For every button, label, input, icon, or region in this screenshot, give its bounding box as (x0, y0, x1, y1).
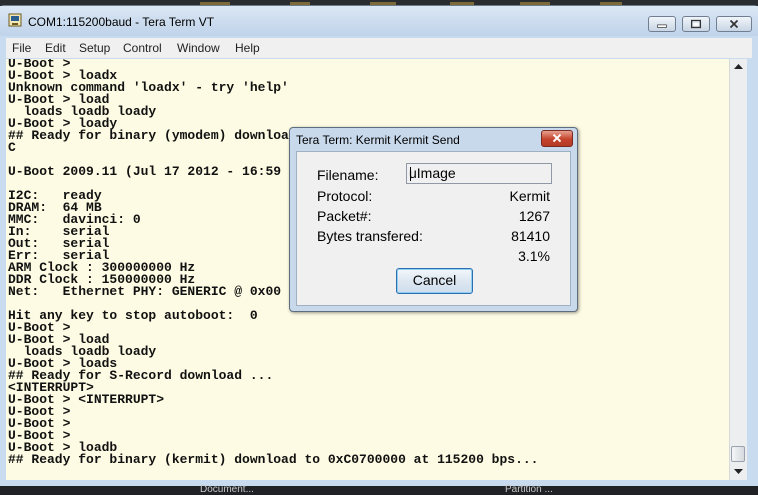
scroll-up-arrow-icon[interactable] (733, 61, 744, 73)
bytes-transferred-label: Bytes transfered: (317, 228, 423, 244)
close-button[interactable] (716, 16, 752, 32)
maximize-button[interactable] (682, 16, 710, 32)
teraterm-app-icon[interactable] (8, 13, 22, 27)
terminal-line: U-Boot > (8, 404, 71, 419)
protocol-value: Kermit (509, 188, 550, 204)
dialog-title: Tera Term: Kermit Kermit Send (296, 133, 460, 147)
vertical-scrollbar[interactable] (729, 59, 747, 480)
maximize-icon (690, 19, 702, 29)
filename-label: Filename: (317, 167, 379, 183)
bytes-transferred-value: 81410 (511, 228, 550, 244)
scroll-down-arrow-icon[interactable] (733, 465, 744, 477)
menu-window[interactable]: Window (177, 41, 220, 55)
minimize-button[interactable] (648, 16, 676, 32)
filename-field[interactable]: uImage (406, 163, 552, 184)
packet-value: 1267 (518, 208, 550, 224)
menu-setup[interactable]: Setup (79, 41, 110, 55)
progress-percent: 3.1% (518, 248, 550, 264)
kermit-send-dialog: Tera Term: Kermit Kermit Send Filename: … (289, 127, 578, 312)
dialog-close-button[interactable] (541, 130, 573, 147)
taskbar: Document... Partition ... (0, 484, 758, 495)
protocol-label: Protocol: (317, 188, 373, 204)
window-title: COM1:115200baud - Tera Term VT (28, 15, 215, 29)
minimize-icon (657, 24, 667, 28)
dialog-body: Filename: uImage Protocol: Kermit Packet… (296, 151, 571, 306)
packet-label: Packet#: (317, 208, 372, 224)
menu-bar: File Edit Setup Control Window Help (6, 38, 752, 58)
title-bar: COM1:115200baud - Tera Term VT (0, 6, 758, 36)
menu-file[interactable]: File (12, 41, 31, 55)
close-icon (729, 19, 739, 29)
taskbar-item-partition[interactable]: Partition ... (505, 484, 553, 495)
terminal-line: U-Boot > <INTERRUPT> (8, 392, 165, 407)
text-caret (410, 167, 411, 181)
terminal-line: ## Ready for binary (kermit) download to… (8, 452, 539, 467)
cancel-button[interactable]: Cancel (396, 268, 473, 294)
menu-help[interactable]: Help (235, 41, 260, 55)
menu-edit[interactable]: Edit (45, 41, 66, 55)
terminal-line: U-Boot > (8, 416, 71, 431)
scrollbar-thumb[interactable] (731, 446, 745, 462)
menu-control[interactable]: Control (123, 41, 162, 55)
filename-value: uImage (409, 165, 456, 181)
close-icon (552, 133, 562, 143)
taskbar-item-document[interactable]: Document... (200, 484, 254, 495)
